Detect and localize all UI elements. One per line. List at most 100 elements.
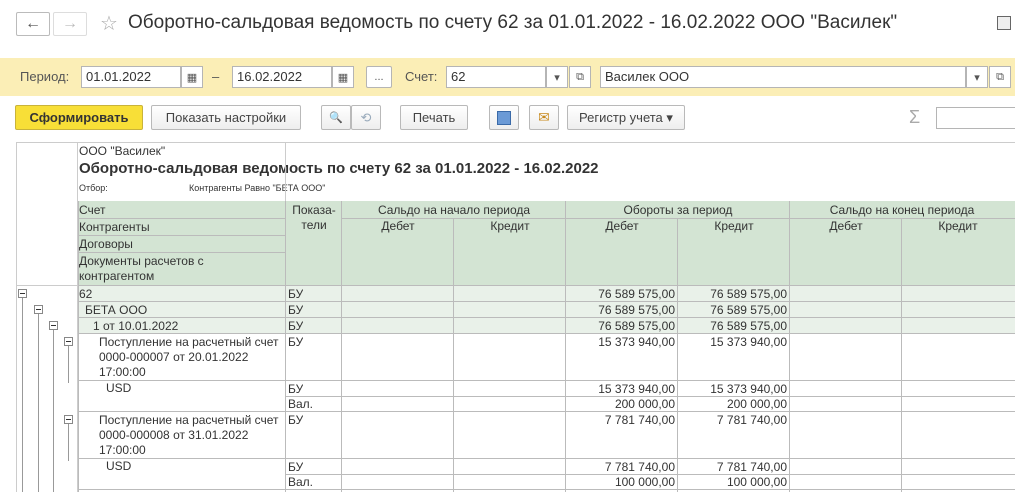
row-line [78,380,1015,381]
tree-line [53,327,54,492]
row-document-line3: 17:00:00 [99,443,146,457]
row-document-line3: 17:00:00 [99,365,146,379]
organization-field[interactable]: Василек ООО [600,66,966,88]
tree-line [38,311,39,492]
header-opening-balance: Сальдо на начало периода [377,203,531,217]
account-label: Счет: [405,69,438,84]
row-account-name: 62 [79,287,93,301]
sum-field [936,107,1015,129]
col-line [453,218,454,492]
row-turn-credit-currency: 200 000,00 [726,397,787,411]
generate-button[interactable]: Сформировать [15,105,143,130]
row-turn-credit: 7 781 740,00 [716,413,787,427]
col-line [341,201,342,492]
floppy-icon [497,110,511,125]
forward-button[interactable]: → [53,12,87,36]
header-line [78,235,286,236]
save-button[interactable] [489,105,519,130]
row-turn-debit-currency: 200 000,00 [614,397,675,411]
chevron-down-icon: ▾ [666,109,673,125]
account-open-icon[interactable]: ⧉ [569,66,591,88]
collapse-icon[interactable] [18,289,27,298]
calendar-to-icon[interactable]: ▦ [332,66,354,88]
arrow-left-icon: ← [25,15,41,32]
col-line [78,201,79,492]
row-indicator: БУ [288,287,304,301]
row-turn-debit: 76 589 575,00 [598,319,675,333]
header-docs-line1: Документы расчетов с [79,254,204,268]
row-indicator: БУ [288,335,304,349]
row-bg [78,317,1015,333]
row-turn-debit: 15 373 940,00 [598,335,675,349]
row-indicator: БУ [288,413,304,427]
search-icon: 🔍 [329,112,343,124]
row-indicator: БУ [288,319,304,333]
accounting-register-button[interactable]: Регистр учета ▾ [567,105,685,130]
row-indicator: БУ [288,303,304,317]
title-area-border [285,143,286,201]
header-counterparty: Контрагенты [79,220,150,234]
save-window-icon[interactable] [997,16,1011,30]
row-turn-debit: 7 781 740,00 [604,460,675,474]
header-closing-balance: Сальдо на конец периода [829,203,975,217]
back-button[interactable]: ← [16,12,50,36]
row-document-line1: Поступление на расчетный счет [99,335,279,349]
send-email-button[interactable]: ✉ [529,105,559,130]
collapse-icon[interactable] [64,337,73,346]
collapse-icon[interactable] [49,321,58,330]
calendar-from-icon[interactable]: ▦ [181,66,203,88]
col-line [677,218,678,492]
account-dropdown-icon[interactable]: ▾ [546,66,568,88]
row-turn-debit: 76 589 575,00 [598,303,675,317]
organization-open-icon[interactable]: ⧉ [989,66,1011,88]
header-indicators-2: тели [301,218,327,232]
search-clear-icon: ⟲ [360,109,372,125]
row-turn-credit: 76 589 575,00 [710,303,787,317]
gutter-header-line [16,285,78,286]
favorite-star-icon[interactable]: ☆ [100,11,118,36]
row-document-line1: Поступление на расчетный счет [99,413,279,427]
row-line [78,333,1015,334]
period-select-button[interactable]: ... [366,66,392,88]
search-clear-button[interactable]: ⟲ [351,105,381,130]
date-from-field[interactable]: 01.01.2022 [81,66,181,88]
header-turn-debit: Дебет [605,219,639,233]
collapse-icon[interactable] [34,305,43,314]
row-turn-debit-currency: 100 000,00 [614,475,675,489]
report-area: ООО "Василек" Оборотно-сальдовая ведомос… [16,142,1015,492]
account-field[interactable]: 62 [446,66,546,88]
print-button[interactable]: Печать [400,105,468,130]
row-line [78,317,1015,318]
envelope-icon: ✉ [538,109,550,125]
row-line [78,489,1015,490]
date-dash: – [212,69,220,84]
header-line [78,218,286,219]
row-bg [78,301,1015,317]
row-indicator: БУ [288,460,304,474]
header-account: Счет [79,203,106,217]
row-document-line2: 0000-000008 от 31.01.2022 [99,428,249,442]
window-title: Оборотно-сальдовая ведомость по счету 62… [128,12,898,33]
tree-line [22,295,23,492]
tree-line [68,423,69,461]
row-line [78,411,1015,412]
row-turn-credit: 15 373 940,00 [710,335,787,349]
organization-dropdown-icon[interactable]: ▾ [966,66,988,88]
collapse-icon[interactable] [64,415,73,424]
row-turn-debit: 7 781 740,00 [604,413,675,427]
row-turn-credit: 7 781 740,00 [716,460,787,474]
show-settings-button[interactable]: Показать настройки [151,105,301,130]
row-counterparty-name: БЕТА ООО [85,303,148,317]
col-line [285,201,286,492]
row-turn-credit: 15 373 940,00 [710,382,787,396]
header-line [78,252,286,253]
date-to-field[interactable]: 16.02.2022 [232,66,332,88]
row-indicator-currency: Вал. [288,397,314,411]
search-button[interactable]: 🔍 [321,105,351,130]
row-turn-credit: 76 589 575,00 [710,319,787,333]
header-open-credit: Кредит [490,219,530,233]
tree-line [68,345,69,383]
report-filter-value: Контрагенты Равно "БЕТА ООО" [189,183,326,193]
header-indicators-1: Показа- [292,203,336,217]
register-label: Регистр учета [579,110,663,125]
